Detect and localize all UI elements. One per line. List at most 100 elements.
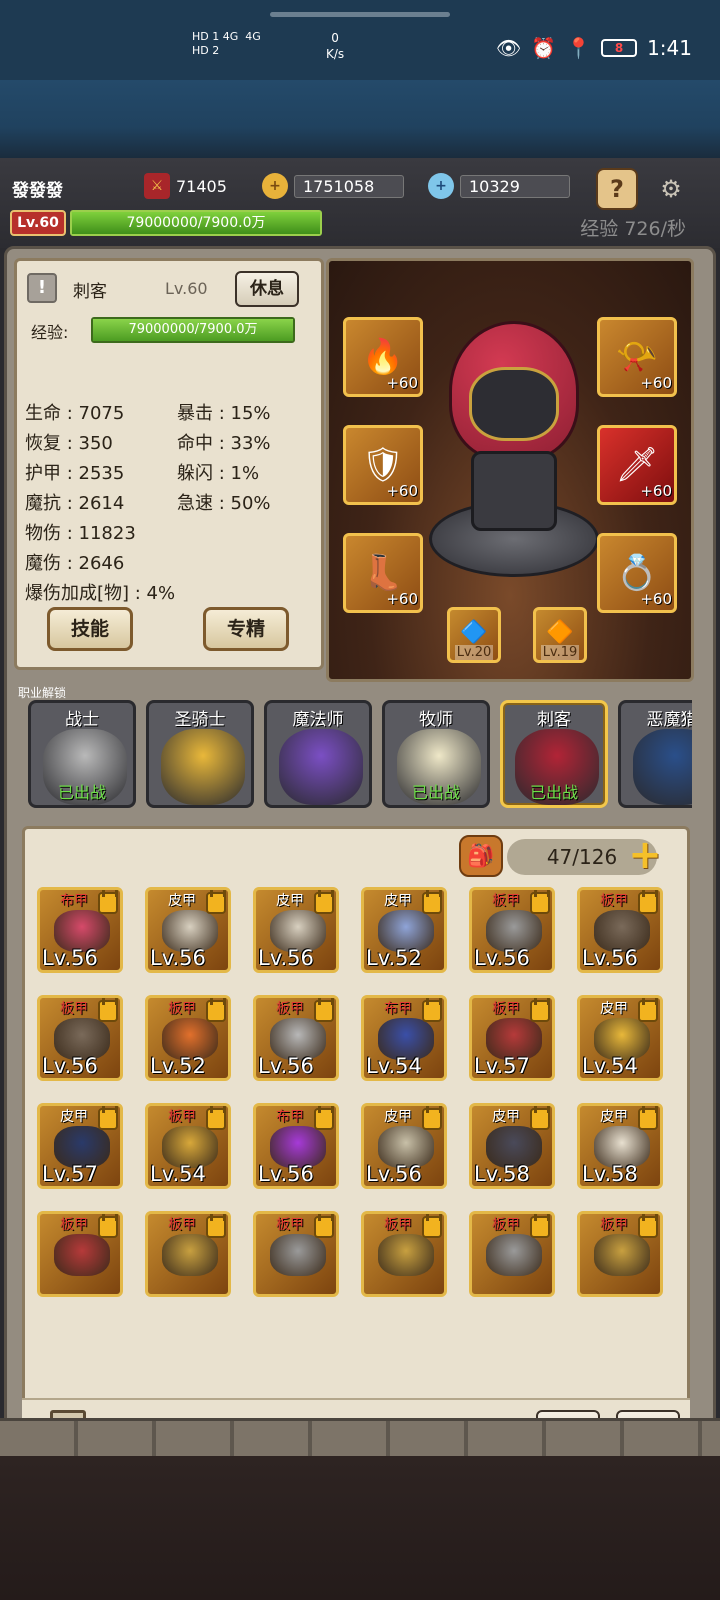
specialize-button[interactable]: 专精 [203,607,289,651]
inventory-item[interactable]: 板甲 Lv.56 [469,887,555,973]
item-type: 皮甲 [384,1109,412,1125]
equip-slot-boots[interactable]: 👢 +60 [343,533,423,613]
class-card[interactable]: 刺客 已出战 [500,700,608,808]
inventory-item[interactable]: 布甲 Lv.54 [361,995,447,1081]
power-display: ⚔ 71405 [144,172,227,200]
hero-level: Lv.60 [165,279,208,298]
lock-icon[interactable] [98,998,118,1022]
item-level: Lv.56 [42,1054,98,1078]
gem-slot-1[interactable]: 🔷 Lv.20 [447,607,501,663]
inventory-item[interactable]: 板甲 Lv.56 [577,887,663,973]
stat-magic-damage: 魔伤 : 2646 [25,553,125,574]
ring-icon: 💍 [615,553,659,593]
equip-slot-ring[interactable]: 💍 +60 [597,533,677,613]
lock-icon[interactable] [638,998,658,1022]
lock-icon[interactable] [638,1214,658,1238]
inventory-item[interactable]: 板甲 Lv.56 [37,995,123,1081]
inventory-item[interactable]: 板甲 [37,1211,123,1297]
item-type: 板甲 [60,1217,88,1233]
lock-icon[interactable] [638,1106,658,1130]
inventory-item[interactable]: 板甲 [577,1211,663,1297]
inventory-item[interactable]: 皮甲 Lv.56 [145,887,231,973]
stat-armor: 护甲 : 2535 [25,463,125,484]
lock-icon[interactable] [638,890,658,914]
equip-slot-weapon[interactable]: 🔥 +60 [343,317,423,397]
lock-icon[interactable] [206,890,226,914]
lock-icon[interactable] [530,998,550,1022]
class-card[interactable]: 恶魔猎 [618,700,692,808]
lock-icon[interactable] [314,998,334,1022]
class-card[interactable]: 圣骑士 [146,700,254,808]
inventory-item[interactable]: 布甲 Lv.56 [253,1103,339,1189]
inventory-item[interactable]: 板甲 [469,1211,555,1297]
class-card[interactable]: 魔法师 [264,700,372,808]
gem-slot-2[interactable]: 🔶 Lv.19 [533,607,587,663]
class-card[interactable]: 牧师 已出战 [382,700,490,808]
skills-button[interactable]: 技能 [47,607,133,651]
alert-icon[interactable]: ! [27,273,57,303]
lock-icon[interactable] [422,1106,442,1130]
item-type: 板甲 [600,1217,628,1233]
blue-gem-icon: 🔷 [460,620,488,645]
gold-display[interactable]: + 1751058 [262,172,404,200]
gauntlet-icon: 🔥 [361,337,405,377]
inventory-item[interactable]: 板甲 Lv.52 [145,995,231,1081]
inventory-item[interactable]: 皮甲 Lv.52 [361,887,447,973]
item-type: 板甲 [60,1001,88,1017]
item-type: 皮甲 [276,893,304,909]
location-icon: 📍 [566,36,592,60]
gear-icon[interactable]: ⚙ [650,168,692,210]
inventory-item[interactable]: 布甲 Lv.56 [37,887,123,973]
class-selector: 战士已出战 圣骑士 魔法师 牧师已出战刺客已出战恶魔猎 [28,700,692,810]
red-gem-icon: 🔶 [546,620,574,645]
inventory-item[interactable]: 皮甲 Lv.56 [253,887,339,973]
lock-icon[interactable] [422,998,442,1022]
class-name: 圣骑士 [174,710,226,730]
diamond-display[interactable]: + 10329 [428,172,570,200]
inventory-item[interactable]: 板甲 Lv.56 [253,995,339,1081]
lock-icon[interactable] [98,1214,118,1238]
lock-icon[interactable] [530,1106,550,1130]
lock-icon[interactable] [530,890,550,914]
item-type: 板甲 [168,1109,196,1125]
lock-icon[interactable] [98,1106,118,1130]
diamond-plus-icon[interactable]: + [428,173,454,199]
lock-icon[interactable] [422,890,442,914]
equip-slot-armor[interactable]: 🛡 +60 [343,425,423,505]
blade-icon: 🗡 [615,445,659,485]
lock-icon[interactable] [98,890,118,914]
inventory-item[interactable]: 皮甲 Lv.56 [361,1103,447,1189]
equip-slot-horn[interactable]: 📯 +60 [597,317,677,397]
slot-bonus: +60 [386,590,418,608]
rest-button[interactable]: 休息 [235,271,299,307]
slot-bonus: +60 [640,374,672,392]
inventory-item[interactable]: 皮甲 Lv.58 [469,1103,555,1189]
slot-bonus: +60 [640,482,672,500]
inventory-item[interactable]: 板甲 [253,1211,339,1297]
lock-icon[interactable] [422,1214,442,1238]
class-card[interactable]: 战士 已出战 [28,700,136,808]
lock-icon[interactable] [314,890,334,914]
lock-icon[interactable] [314,1214,334,1238]
lock-icon[interactable] [206,998,226,1022]
inventory-item[interactable]: 板甲 [145,1211,231,1297]
lock-icon[interactable] [206,1106,226,1130]
equip-slot-blade[interactable]: 🗡 +60 [597,425,677,505]
inventory-item[interactable]: 板甲 Lv.54 [145,1103,231,1189]
armor-icon: 🛡 [361,445,405,485]
inventory-item[interactable]: 皮甲 Lv.54 [577,995,663,1081]
hero-body [471,451,557,531]
class-name: 魔法师 [292,710,344,730]
gold-coin-plus-icon[interactable]: + [262,173,288,199]
inventory-item[interactable]: 皮甲 Lv.57 [37,1103,123,1189]
inventory-item[interactable]: 皮甲 Lv.58 [577,1103,663,1189]
quest-book-icon[interactable]: ? [596,168,638,210]
resource-bar: 發發發 ⚔ 71405 + 1751058 + 10329 ? ⚙ Lv.60 … [0,158,720,248]
expand-bag-video-icon[interactable]: + [621,832,669,878]
lock-icon[interactable] [206,1214,226,1238]
stat-haste: 急速 : 50% [177,493,271,514]
inventory-item[interactable]: 板甲 Lv.57 [469,995,555,1081]
lock-icon[interactable] [530,1214,550,1238]
inventory-item[interactable]: 板甲 [361,1211,447,1297]
lock-icon[interactable] [314,1106,334,1130]
